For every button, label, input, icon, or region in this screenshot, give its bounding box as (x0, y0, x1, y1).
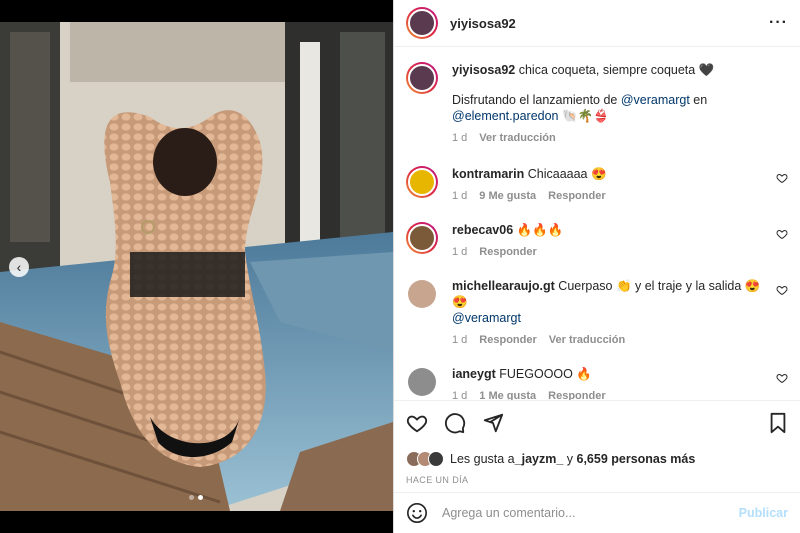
heart-icon[interactable] (406, 412, 428, 434)
liker-username[interactable]: _jayzm_ (515, 452, 564, 466)
caption: yiyisosa92 chica coqueta, siempre coquet… (406, 62, 788, 146)
caption-text: chica coqueta, siempre coqueta 🖤 (518, 63, 715, 77)
comment-like-count[interactable]: 1 Me gusta (479, 388, 536, 400)
post-actions: Les gusta a _jayzm_ y 6,659 personas más… (394, 400, 800, 485)
comment-text: Chicaaaaa 😍 (527, 167, 607, 181)
reply-button[interactable]: Responder (548, 388, 605, 400)
post-media: ‹ (0, 0, 393, 533)
mention-link[interactable]: @veramargt (452, 311, 521, 325)
comment-heart-icon[interactable] (776, 284, 788, 296)
commenter-avatar[interactable] (408, 280, 436, 308)
comment-heart-icon[interactable] (776, 372, 788, 384)
caption-line2-prefix: Disfrutando el lanzamiento de (452, 93, 621, 107)
comment-body: michellearaujo.gt Cuerpaso 👏 y el traje … (452, 278, 768, 348)
comment-time[interactable]: 1 d (452, 388, 467, 400)
commenter-username[interactable]: michellearaujo.gt (452, 279, 555, 293)
commenter-username[interactable]: ianeygt (452, 367, 496, 381)
location-mention-link[interactable]: @element.paredon (452, 109, 559, 123)
comment-heart-icon[interactable] (776, 172, 788, 184)
comment-like-count[interactable]: 9 Me gusta (479, 188, 536, 204)
likes-mid: y (563, 452, 577, 466)
comment-time[interactable]: 1 d (452, 244, 467, 260)
comment-body: kontramarin Chicaaaaa 😍 1 d 9 Me gusta R… (452, 166, 768, 204)
post-side-panel: yiyisosa92 ··· yiyisosa92 chica coqueta,… (393, 0, 800, 533)
carousel-prev-button[interactable]: ‹ (9, 257, 29, 277)
carousel-indicator (189, 495, 203, 500)
post-header: yiyisosa92 ··· (394, 0, 800, 47)
likes-prefix: Les gusta a (450, 452, 515, 466)
photo-illustration (0, 22, 393, 511)
commenter-avatar[interactable] (408, 368, 436, 396)
smiley-icon[interactable] (406, 502, 428, 524)
commenter-avatar[interactable] (406, 222, 438, 254)
author-avatar[interactable] (406, 7, 438, 39)
bookmark-icon[interactable] (768, 412, 788, 434)
comment-item: rebecav06 🔥🔥🔥 1 d Responder (406, 222, 788, 260)
mention-link[interactable]: @veramargt (621, 93, 690, 107)
reply-button[interactable]: Responder (479, 244, 536, 260)
caption-line2-mid: en (689, 93, 708, 107)
likes-summary: Les gusta a _jayzm_ y 6,659 personas más (406, 451, 788, 467)
comment-icon[interactable] (444, 412, 466, 434)
comment-time[interactable]: 1 d (452, 332, 467, 348)
paper-plane-icon[interactable] (482, 412, 504, 434)
post-photo[interactable] (0, 22, 393, 511)
comment-text: 🔥🔥🔥 (516, 223, 564, 237)
comment-heart-icon[interactable] (776, 228, 788, 240)
reply-button[interactable]: Responder (479, 332, 536, 348)
add-comment-bar: Publicar (394, 492, 800, 533)
more-horizontal-icon[interactable]: ··· (769, 14, 788, 32)
commenter-avatar[interactable] (406, 166, 438, 198)
chevron-left-icon: ‹ (16, 259, 22, 275)
caption-body: yiyisosa92 chica coqueta, siempre coquet… (452, 62, 788, 146)
publish-button[interactable]: Publicar (739, 506, 788, 520)
post-time-ago[interactable]: HACE UN DÍA (406, 475, 788, 485)
caption-line2-suffix: 🐚🌴👙 (558, 109, 609, 123)
see-translation-link[interactable]: Ver traducción (549, 332, 625, 348)
reply-button[interactable]: Responder (548, 188, 605, 204)
comment-item: ianeygt FUEGOOOO 🔥 1 d 1 Me gusta Respon… (406, 366, 788, 400)
comment-item: kontramarin Chicaaaaa 😍 1 d 9 Me gusta R… (406, 166, 788, 204)
comment-input[interactable] (442, 506, 739, 520)
commenter-username[interactable]: kontramarin (452, 167, 524, 181)
caption-time[interactable]: 1 d (452, 130, 467, 146)
carousel-dot-active (198, 495, 203, 500)
see-translation-link[interactable]: Ver traducción (479, 130, 555, 146)
comment-time[interactable]: 1 d (452, 188, 467, 204)
liker-avatars[interactable] (406, 451, 444, 467)
caption-username[interactable]: yiyisosa92 (452, 63, 515, 77)
comment-item: michellearaujo.gt Cuerpaso 👏 y el traje … (406, 278, 788, 348)
caption-avatar[interactable] (406, 62, 438, 94)
action-icons (406, 411, 788, 435)
comments-list[interactable]: yiyisosa92 chica coqueta, siempre coquet… (394, 48, 800, 400)
likes-count[interactable]: 6,659 personas más (577, 452, 696, 466)
author-username[interactable]: yiyisosa92 (450, 16, 516, 31)
carousel-dot (189, 495, 194, 500)
comment-body: rebecav06 🔥🔥🔥 1 d Responder (452, 222, 768, 260)
post-viewer: ‹ yiyisosa92 ··· yiyisosa92 chica coquet… (0, 0, 800, 533)
comment-body: ianeygt FUEGOOOO 🔥 1 d 1 Me gusta Respon… (452, 366, 768, 400)
commenter-username[interactable]: rebecav06 (452, 223, 513, 237)
comment-text: FUEGOOOO 🔥 (499, 367, 592, 381)
